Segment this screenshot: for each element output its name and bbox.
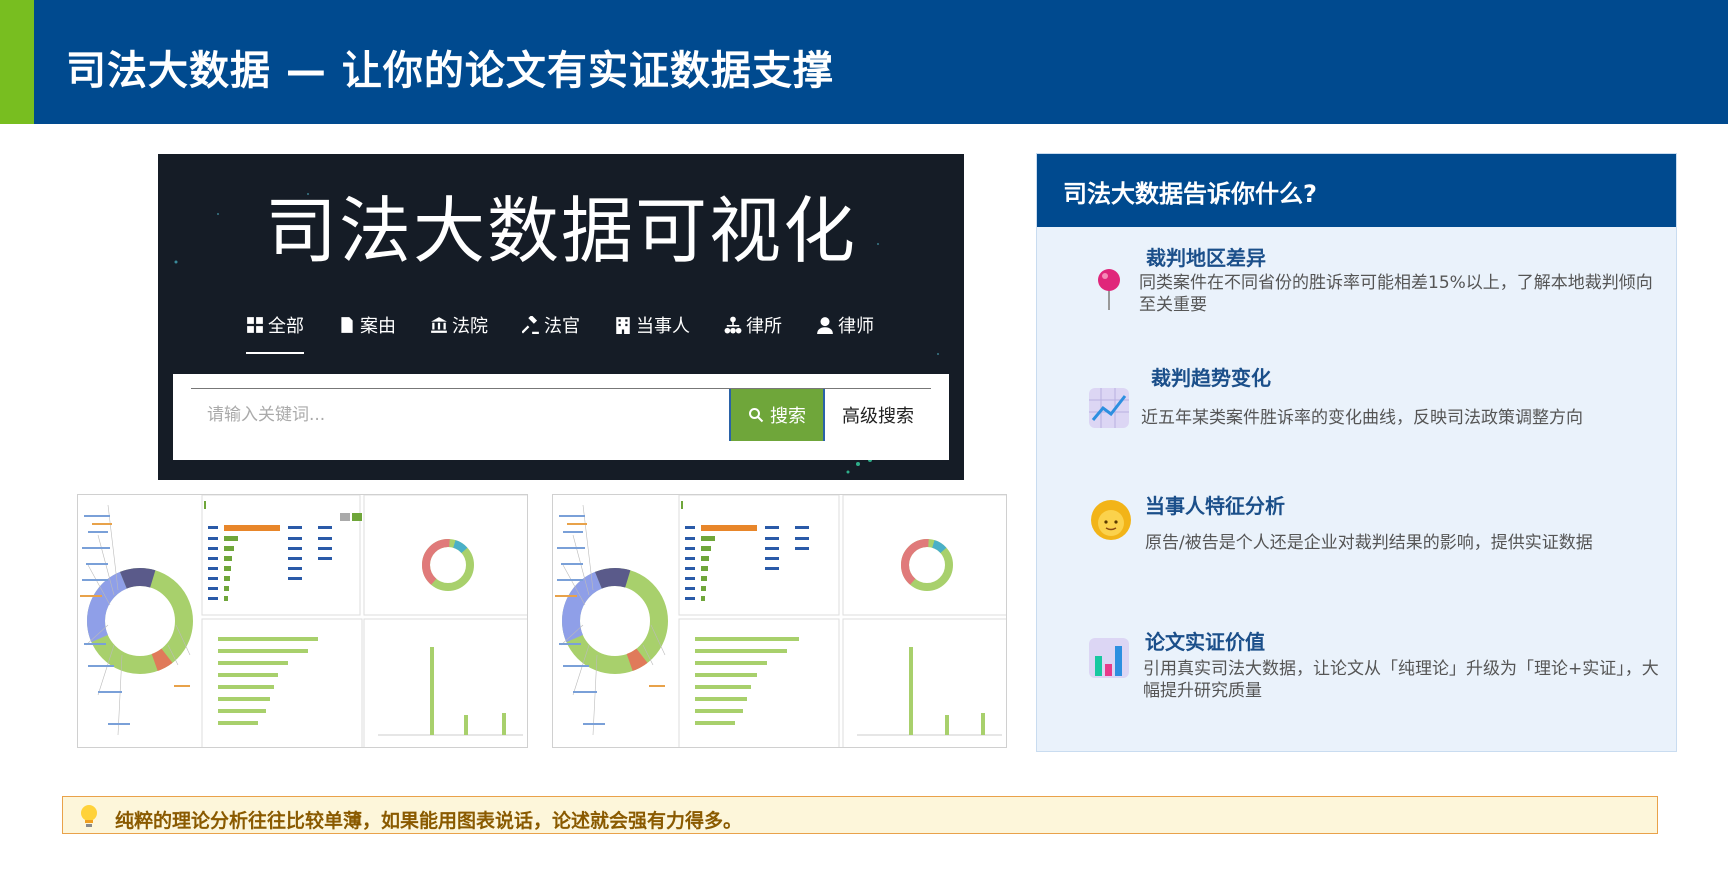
tab-law-firm[interactable]: 律所 — [724, 310, 782, 340]
feature-description: 引用真实司法大数据，让论文从「纯理论」升级为「理论+实证」，大幅提升研究质量 — [1143, 659, 1659, 701]
feature-title: 论文实证价值 — [1145, 630, 1265, 654]
tab-label: 全部 — [268, 316, 304, 337]
building-icon — [616, 317, 630, 334]
feature-title: 裁判地区差异 — [1146, 246, 1266, 270]
feature-description: 近五年某类案件胜诉率的变化曲线，反映司法政策调整方向 — [1141, 408, 1583, 428]
dashboard-screenshot-2 — [552, 494, 1007, 748]
feature-title: 裁判趋势变化 — [1151, 366, 1271, 390]
info-card-title: 司法大数据告诉你什么? — [1063, 180, 1317, 208]
tab-label: 当事人 — [636, 316, 690, 337]
lightbulb-icon — [81, 805, 97, 827]
advanced-search-link[interactable]: 高级搜索 — [825, 389, 931, 441]
tab-label: 法院 — [452, 316, 488, 337]
category-tabs: 全部 案由 法院 法官 当事人 律所 律师 — [246, 310, 908, 354]
tip-text: 纯粹的理论分析往往比较单薄，如果能用图表说话，论述就会强有力得多。 — [115, 810, 743, 832]
document-icon — [341, 317, 353, 333]
tab-label: 律所 — [746, 316, 782, 337]
person-icon — [817, 317, 833, 334]
feature-description: 原告/被告是个人还是企业对裁判结果的影响，提供实证数据 — [1145, 533, 1593, 553]
search-button-label: 搜索 — [770, 406, 806, 427]
tab-lawyer[interactable]: 律师 — [816, 310, 874, 340]
grid-icon — [247, 317, 263, 333]
search-icon — [749, 408, 764, 423]
tip-bar: 纯粹的理论分析往往比较单薄，如果能用图表说话，论述就会强有力得多。 — [62, 796, 1658, 834]
slide: 司法大数据 — 让你的论文有实证数据支撑 司法大数据可视化 全部 案由 法院 法… — [0, 0, 1728, 873]
feature-title: 当事人特征分析 — [1145, 494, 1285, 518]
bar-chart-icon — [1089, 638, 1129, 678]
info-card: 司法大数据告诉你什么? 裁判地区差异 同类案件在不同省份的胜诉率可能相差15%以… — [1036, 153, 1677, 752]
tab-label: 法官 — [544, 316, 580, 337]
tab-judge[interactable]: 法官 — [522, 310, 580, 340]
tab-label: 律师 — [838, 316, 874, 337]
header-bar: 司法大数据 — 让你的论文有实证数据支撑 — [0, 0, 1728, 124]
org-chart-icon — [724, 316, 742, 334]
tab-case-type[interactable]: 案由 — [338, 310, 396, 340]
tab-court[interactable]: 法院 — [430, 310, 488, 340]
pushpin-icon — [1098, 269, 1120, 310]
tab-party[interactable]: 当事人 — [614, 310, 690, 340]
info-card-header: 司法大数据告诉你什么? — [1037, 154, 1676, 227]
tab-label: 案由 — [360, 316, 396, 337]
dashboard-screenshot-1 — [77, 494, 528, 748]
search-button[interactable]: 搜索 — [729, 389, 825, 441]
hero-title: 司法大数据可视化 — [264, 189, 857, 273]
search-input[interactable] — [191, 389, 733, 441]
search-bar: 搜索 高级搜索 — [173, 374, 949, 460]
gavel-icon — [522, 316, 539, 334]
search-hero-panel: 司法大数据可视化 全部 案由 法院 法官 当事人 律所 律师 请输入关键词...… — [158, 154, 964, 480]
courthouse-icon — [431, 317, 447, 333]
feature-description: 同类案件在不同省份的胜诉率可能相差15%以上，了解本地裁判倾向至关重要 — [1139, 273, 1653, 315]
trend-chart-icon — [1089, 388, 1129, 428]
person-face-icon — [1091, 500, 1131, 540]
dashboard-graphic — [555, 495, 1006, 747]
page-title: 司法大数据 — 让你的论文有实证数据支撑 — [66, 48, 834, 94]
tab-all[interactable]: 全部 — [246, 310, 304, 354]
dashboard-graphic — [80, 495, 527, 747]
header-accent-stripe — [0, 0, 34, 124]
